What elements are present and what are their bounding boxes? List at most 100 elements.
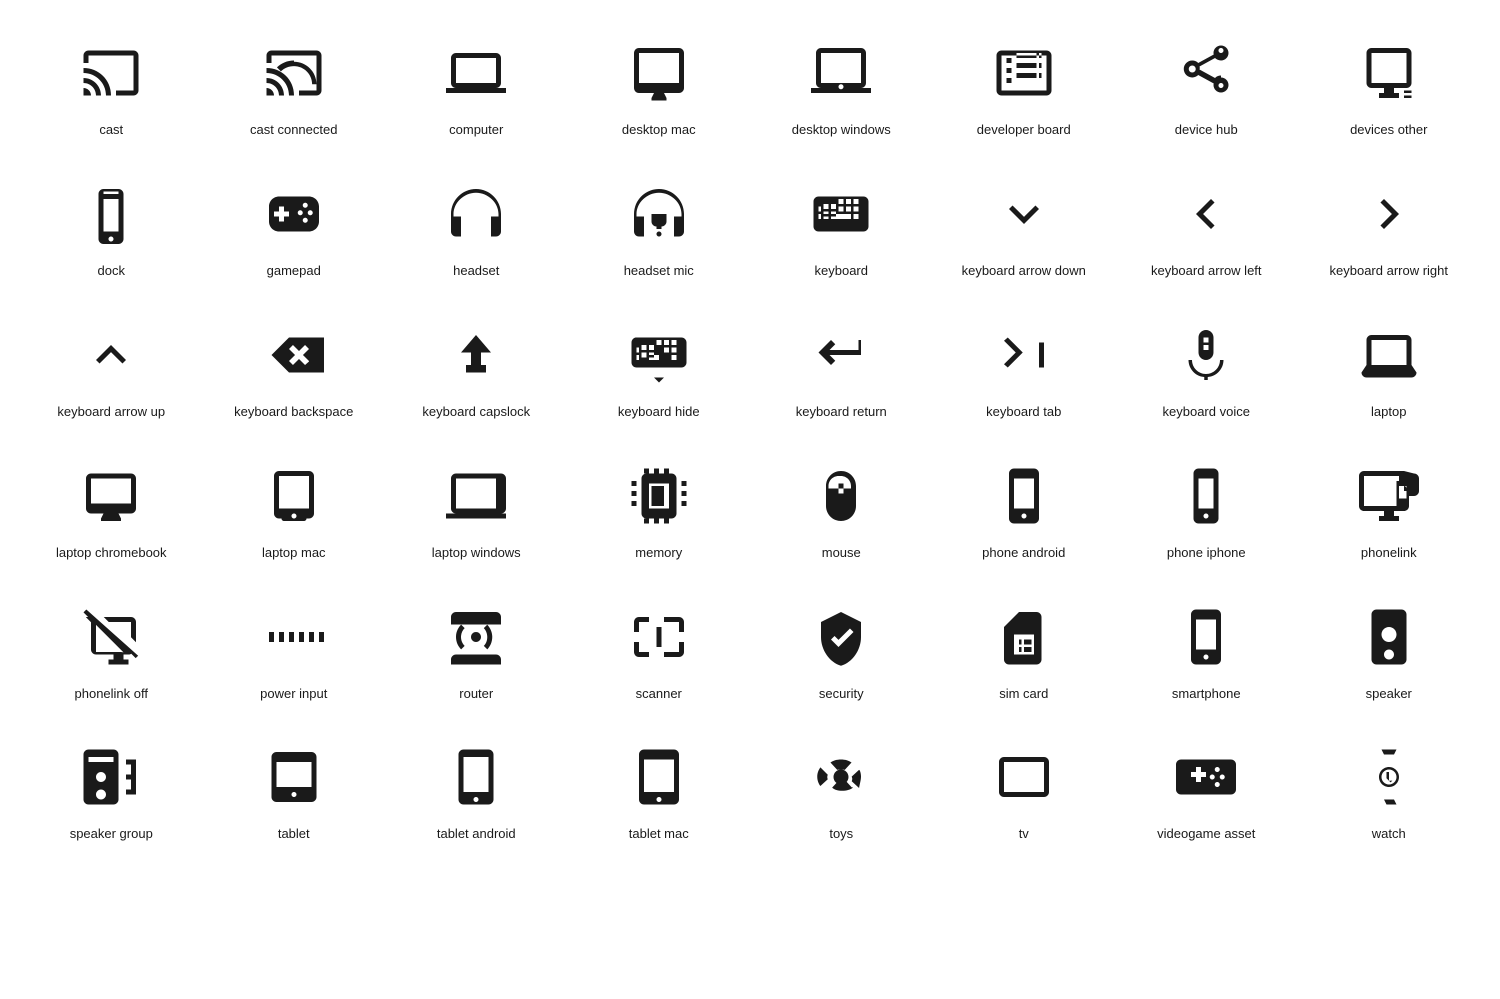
computer-label: computer bbox=[449, 122, 503, 139]
speaker-label: speaker bbox=[1366, 686, 1412, 703]
keyboard-arrow-up-label: keyboard arrow up bbox=[57, 404, 165, 421]
keyboard-capslock-label: keyboard capslock bbox=[422, 404, 530, 421]
icon-cell-router: router bbox=[385, 584, 568, 725]
icon-cell-security: security bbox=[750, 584, 933, 725]
tv-icon bbox=[989, 742, 1059, 812]
speaker-group-label: speaker group bbox=[70, 826, 153, 843]
mouse-label: mouse bbox=[822, 545, 861, 562]
devices-other-label: devices other bbox=[1350, 122, 1427, 139]
keyboard-tab-label: keyboard tab bbox=[986, 404, 1061, 421]
keyboard-backspace-label: keyboard backspace bbox=[234, 404, 353, 421]
icon-cell-headset-mic: headset mic bbox=[568, 161, 751, 302]
gamepad-label: gamepad bbox=[267, 263, 321, 280]
laptop-label: laptop bbox=[1371, 404, 1406, 421]
icon-cell-sim-card: sim card bbox=[933, 584, 1116, 725]
icon-cell-desktop-mac: desktop mac bbox=[568, 20, 751, 161]
router-label: router bbox=[459, 686, 493, 703]
icon-cell-speaker: speaker bbox=[1298, 584, 1481, 725]
sim-card-icon bbox=[989, 602, 1059, 672]
smartphone-icon bbox=[1171, 602, 1241, 672]
laptop-windows-label: laptop windows bbox=[432, 545, 521, 562]
icon-cell-tablet: tablet bbox=[203, 724, 386, 865]
keyboard-voice-icon bbox=[1171, 320, 1241, 390]
cast-connected-label: cast connected bbox=[250, 122, 337, 139]
icon-cell-laptop: laptop bbox=[1298, 302, 1481, 443]
phone-android-label: phone android bbox=[982, 545, 1065, 562]
icon-cell-phone-iphone: phone iphone bbox=[1115, 443, 1298, 584]
icon-cell-tablet-android: tablet android bbox=[385, 724, 568, 865]
keyboard-return-label: keyboard return bbox=[796, 404, 887, 421]
smartphone-label: smartphone bbox=[1172, 686, 1241, 703]
icon-cell-speaker-group: speaker group bbox=[20, 724, 203, 865]
icon-cell-gamepad: gamepad bbox=[203, 161, 386, 302]
icon-cell-toys: toys bbox=[750, 724, 933, 865]
tablet-android-label: tablet android bbox=[437, 826, 516, 843]
desktop-windows-label: desktop windows bbox=[792, 122, 891, 139]
icon-grid: cast cast connected computer desktop mac… bbox=[20, 20, 1480, 865]
power-input-icon bbox=[259, 602, 329, 672]
toys-label: toys bbox=[829, 826, 853, 843]
icon-cell-phonelink-off: phonelink off bbox=[20, 584, 203, 725]
router-icon bbox=[441, 602, 511, 672]
icon-cell-devices-other: devices other bbox=[1298, 20, 1481, 161]
icon-cell-device-hub: device hub bbox=[1115, 20, 1298, 161]
icon-cell-watch: watch bbox=[1298, 724, 1481, 865]
icon-cell-keyboard-arrow-up: keyboard arrow up bbox=[20, 302, 203, 443]
icon-cell-laptop-windows: laptop windows bbox=[385, 443, 568, 584]
speaker-group-icon bbox=[76, 742, 146, 812]
headset-mic-label: headset mic bbox=[624, 263, 694, 280]
keyboard-capslock-icon bbox=[441, 320, 511, 390]
device-hub-label: device hub bbox=[1175, 122, 1238, 139]
developer-board-icon bbox=[989, 38, 1059, 108]
keyboard-arrow-up-icon bbox=[76, 320, 146, 390]
icon-cell-desktop-windows: desktop windows bbox=[750, 20, 933, 161]
tablet-android-icon bbox=[441, 742, 511, 812]
icon-cell-laptop-chromebook: laptop chromebook bbox=[20, 443, 203, 584]
computer-icon bbox=[441, 38, 511, 108]
icon-cell-memory: memory bbox=[568, 443, 751, 584]
headset-icon bbox=[441, 179, 511, 249]
security-label: security bbox=[819, 686, 864, 703]
laptop-windows-icon bbox=[441, 461, 511, 531]
dock-label: dock bbox=[98, 263, 125, 280]
keyboard-hide-icon bbox=[624, 320, 694, 390]
keyboard-label: keyboard bbox=[815, 263, 868, 280]
tablet-icon bbox=[259, 742, 329, 812]
keyboard-arrow-down-label: keyboard arrow down bbox=[962, 263, 1086, 280]
security-icon bbox=[806, 602, 876, 672]
watch-icon bbox=[1354, 742, 1424, 812]
cast-connected-icon bbox=[259, 38, 329, 108]
icon-cell-keyboard: keyboard bbox=[750, 161, 933, 302]
watch-label: watch bbox=[1372, 826, 1406, 843]
scanner-icon bbox=[624, 602, 694, 672]
icon-cell-computer: computer bbox=[385, 20, 568, 161]
tablet-mac-label: tablet mac bbox=[629, 826, 689, 843]
icon-cell-keyboard-hide: keyboard hide bbox=[568, 302, 751, 443]
developer-board-label: developer board bbox=[977, 122, 1071, 139]
sim-card-label: sim card bbox=[999, 686, 1048, 703]
keyboard-arrow-right-label: keyboard arrow right bbox=[1330, 263, 1449, 280]
laptop-chromebook-icon bbox=[76, 461, 146, 531]
icon-cell-mouse: mouse bbox=[750, 443, 933, 584]
scanner-label: scanner bbox=[636, 686, 682, 703]
videogame-asset-label: videogame asset bbox=[1157, 826, 1255, 843]
phone-android-icon bbox=[989, 461, 1059, 531]
icon-cell-keyboard-arrow-down: keyboard arrow down bbox=[933, 161, 1116, 302]
cast-icon bbox=[76, 38, 146, 108]
icon-cell-tv: tv bbox=[933, 724, 1116, 865]
desktop-mac-label: desktop mac bbox=[622, 122, 696, 139]
toys-icon bbox=[806, 742, 876, 812]
phonelink-off-icon bbox=[76, 602, 146, 672]
headset-mic-icon bbox=[624, 179, 694, 249]
keyboard-tab-icon bbox=[989, 320, 1059, 390]
cast-label: cast bbox=[99, 122, 123, 139]
icon-cell-laptop-mac: laptop mac bbox=[203, 443, 386, 584]
desktop-windows-icon bbox=[806, 38, 876, 108]
icon-cell-videogame-asset: videogame asset bbox=[1115, 724, 1298, 865]
icon-cell-cast-connected: cast connected bbox=[203, 20, 386, 161]
keyboard-voice-label: keyboard voice bbox=[1163, 404, 1250, 421]
desktop-mac-icon bbox=[624, 38, 694, 108]
icon-cell-tablet-mac: tablet mac bbox=[568, 724, 751, 865]
icon-cell-keyboard-voice: keyboard voice bbox=[1115, 302, 1298, 443]
headset-label: headset bbox=[453, 263, 499, 280]
